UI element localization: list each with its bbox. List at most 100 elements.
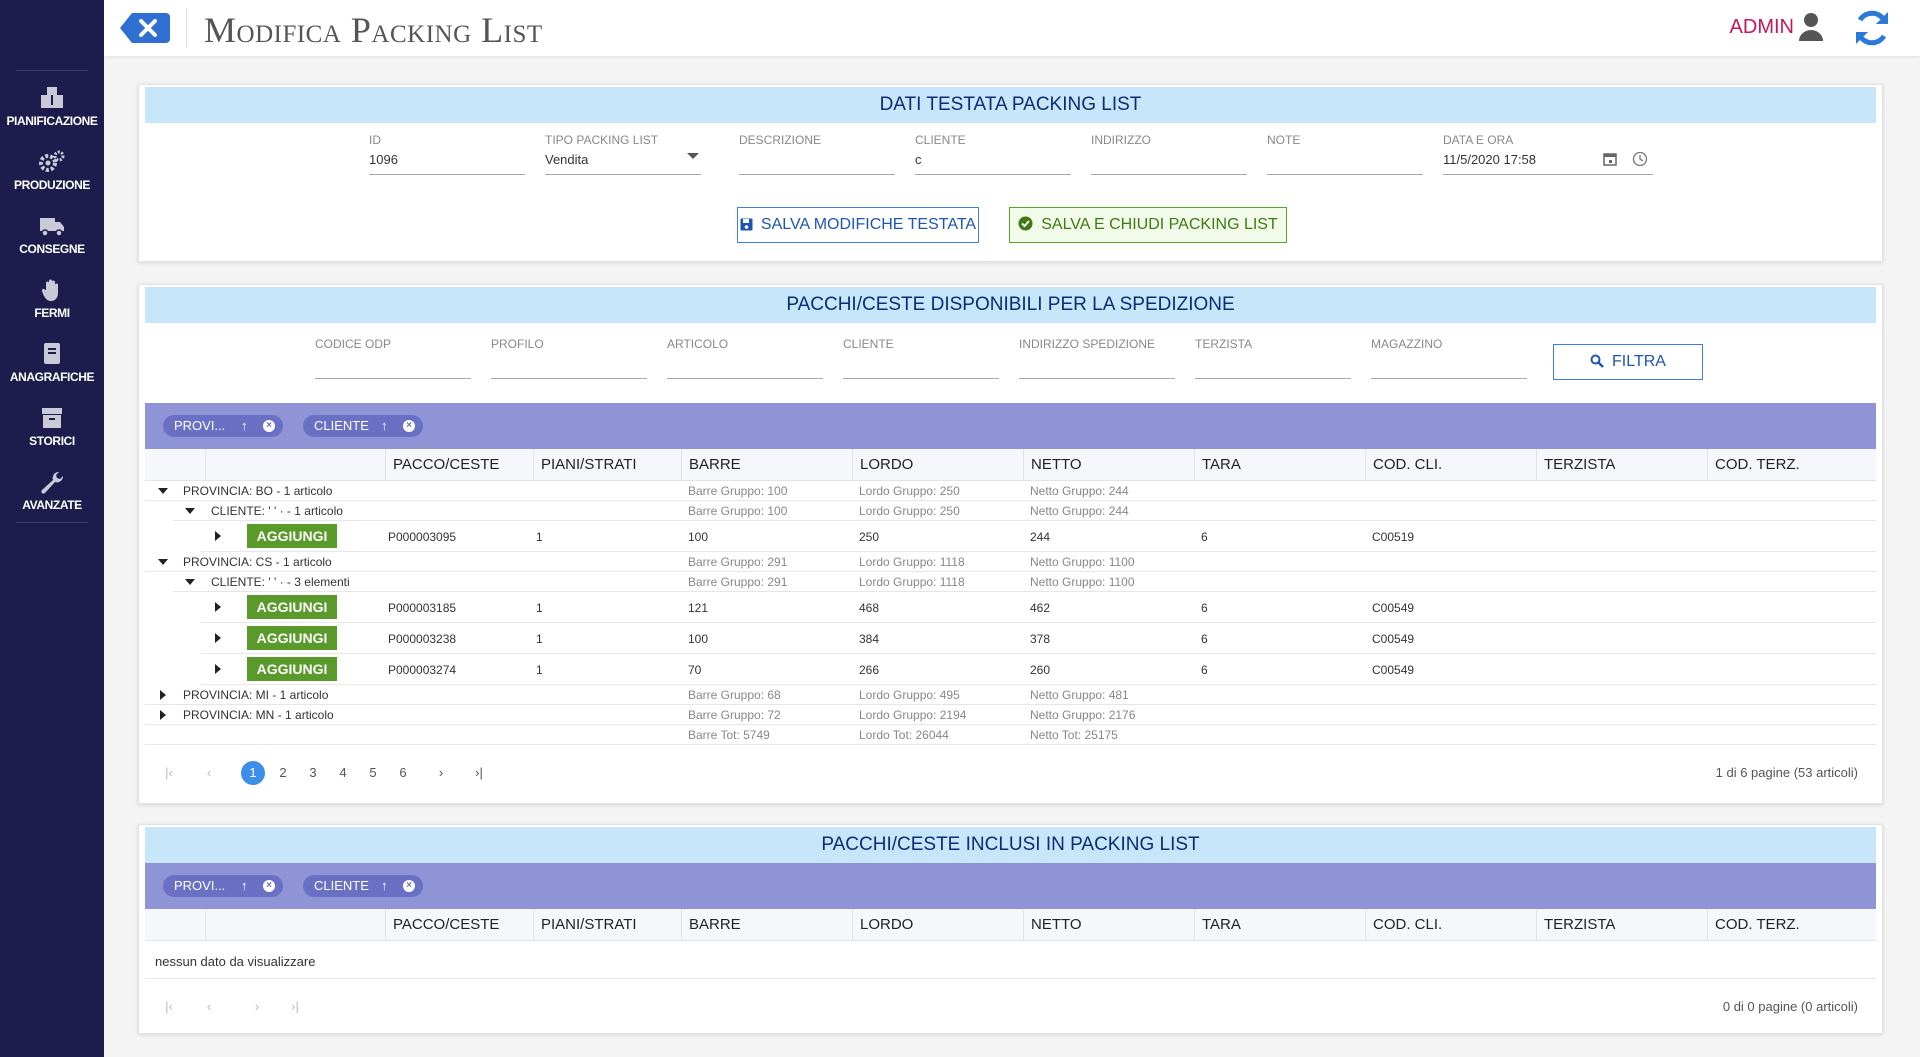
group-chip-provincia[interactable]: PROVI... ↑ × bbox=[163, 875, 283, 897]
page-1[interactable]: 1 bbox=[241, 761, 265, 785]
group-chip-provincia[interactable]: PROVI... ↑ × bbox=[163, 415, 283, 437]
sort-asc-icon[interactable]: ↑ bbox=[241, 875, 248, 897]
col-netto[interactable]: NETTO bbox=[1023, 449, 1194, 481]
expand-row-icon[interactable] bbox=[215, 664, 221, 674]
collapse-icon[interactable] bbox=[185, 579, 195, 585]
next-page-icon[interactable]: › bbox=[429, 761, 453, 785]
salva-chiudi-packing-list-button[interactable]: SALVA E CHIUDI PACKING LIST bbox=[1009, 207, 1287, 243]
remove-chip-icon[interactable]: × bbox=[263, 880, 275, 892]
descrizione-field[interactable]: DESCRIZIONE bbox=[739, 133, 895, 175]
col-pacco[interactable]: PACCO/CESTE bbox=[385, 909, 533, 941]
sidebar-item-avanzate[interactable]: AVANZATE bbox=[0, 470, 104, 514]
totals-row: Barre Tot: 5749 Lordo Tot: 26044 Netto T… bbox=[145, 725, 1876, 745]
sidebar-item-storici[interactable]: STORICI bbox=[0, 406, 104, 450]
collapse-icon[interactable] bbox=[158, 559, 168, 565]
clock-icon[interactable] bbox=[1632, 151, 1648, 167]
cell-pacco: P000003274 bbox=[388, 663, 457, 677]
first-page-icon[interactable]: |‹ bbox=[157, 995, 181, 1019]
filter-indirizzo-spedizione[interactable]: INDIRIZZO SPEDIZIONE bbox=[1019, 337, 1175, 379]
user-name[interactable]: ADMIN bbox=[1730, 16, 1794, 39]
sidebar-item-anagrafiche[interactable]: ANAGRAFICHE bbox=[0, 342, 104, 386]
col-piani[interactable]: PIANI/STRATI bbox=[533, 909, 681, 941]
collapse-icon[interactable] bbox=[158, 488, 168, 494]
aggiungi-button[interactable]: AGGIUNGI bbox=[247, 524, 337, 548]
last-page-icon[interactable]: ›| bbox=[467, 761, 491, 785]
sort-asc-icon[interactable]: ↑ bbox=[241, 415, 248, 437]
field-label: DATA E ORA bbox=[1443, 133, 1514, 147]
expand-icon[interactable] bbox=[160, 690, 166, 700]
sidebar-item-consegne[interactable]: CONSEGNE bbox=[0, 214, 104, 258]
sidebar-item-produzione[interactable]: PRODUZIONE bbox=[0, 150, 104, 194]
page-2[interactable]: 2 bbox=[271, 761, 295, 785]
col-barre[interactable]: BARRE bbox=[681, 449, 852, 481]
col-terzista[interactable]: TERZISTA bbox=[1536, 449, 1707, 481]
page-6[interactable]: 6 bbox=[391, 761, 415, 785]
filter-terzista[interactable]: TERZISTA bbox=[1195, 337, 1351, 379]
col-lordo[interactable]: LORDO bbox=[852, 449, 1023, 481]
col-barre[interactable]: BARRE bbox=[681, 909, 852, 941]
expand-icon[interactable] bbox=[160, 710, 166, 720]
filter-magazzino[interactable]: MAGAZZINO bbox=[1371, 337, 1527, 379]
col-piani[interactable]: PIANI/STRATI bbox=[533, 449, 681, 481]
col-cod-cli[interactable]: COD. CLI. bbox=[1365, 909, 1536, 941]
filter-cliente[interactable]: CLIENTE bbox=[843, 337, 999, 379]
check-circle-icon bbox=[1018, 216, 1033, 231]
indirizzo-field[interactable]: INDIRIZZO bbox=[1091, 133, 1247, 175]
page-3[interactable]: 3 bbox=[301, 761, 325, 785]
group-chip-cliente[interactable]: CLIENTE ↑ × bbox=[303, 415, 423, 437]
expand-row-icon[interactable] bbox=[215, 633, 221, 643]
filter-profilo[interactable]: PROFILO bbox=[491, 337, 647, 379]
collapse-icon[interactable] bbox=[185, 508, 195, 514]
aggiungi-button[interactable]: AGGIUNGI bbox=[247, 595, 337, 619]
prev-page-icon[interactable]: ‹ bbox=[197, 995, 221, 1019]
col-cod-terz[interactable]: COD. TERZ. bbox=[1707, 449, 1877, 481]
testata-title: DATI TESTATA PACKING LIST bbox=[145, 87, 1876, 123]
calendar-icon[interactable] bbox=[1603, 152, 1617, 166]
col-cod-terz[interactable]: COD. TERZ. bbox=[1707, 909, 1877, 941]
filter-codice-odp[interactable]: CODICE ODP bbox=[315, 337, 471, 379]
tipo-packing-list-select[interactable]: TIPO PACKING LIST Vendita bbox=[545, 133, 701, 175]
aggiungi-button[interactable]: AGGIUNGI bbox=[247, 626, 337, 650]
sort-asc-icon[interactable]: ↑ bbox=[381, 875, 388, 897]
col-netto[interactable]: NETTO bbox=[1023, 909, 1194, 941]
filtra-button[interactable]: FILTRA bbox=[1553, 344, 1703, 380]
salva-modifiche-testata-button[interactable]: SALVA MODIFICHE TESTATA bbox=[737, 207, 979, 243]
page-5[interactable]: 5 bbox=[361, 761, 385, 785]
close-back-button[interactable] bbox=[120, 13, 170, 43]
page-4[interactable]: 4 bbox=[331, 761, 355, 785]
col-pacco[interactable]: PACCO/CESTE bbox=[385, 449, 533, 481]
remove-chip-icon[interactable]: × bbox=[403, 880, 415, 892]
refresh-icon[interactable] bbox=[1852, 8, 1892, 48]
filter-articolo[interactable]: ARTICOLO bbox=[667, 337, 823, 379]
prev-page-icon[interactable]: ‹ bbox=[197, 761, 221, 785]
group-by-panel: PROVI... ↑ × CLIENTE ↑ × bbox=[145, 863, 1876, 909]
aggiungi-button[interactable]: AGGIUNGI bbox=[247, 657, 337, 681]
sort-asc-icon[interactable]: ↑ bbox=[381, 415, 388, 437]
first-page-icon[interactable]: |‹ bbox=[157, 761, 181, 785]
group-netto: Netto Gruppo: 244 bbox=[1030, 484, 1129, 498]
col-cod-cli[interactable]: COD. CLI. bbox=[1365, 449, 1536, 481]
col-terzista[interactable]: TERZISTA bbox=[1536, 909, 1707, 941]
dropdown-arrow-icon[interactable] bbox=[687, 153, 699, 159]
id-field[interactable]: ID 1096 bbox=[369, 133, 525, 175]
group-chip-cliente[interactable]: CLIENTE ↑ × bbox=[303, 875, 423, 897]
last-page-icon[interactable]: ›| bbox=[283, 995, 307, 1019]
group-row-cliente: CLIENTE: ' ' · - 1 articolo Barre Gruppo… bbox=[173, 501, 1876, 521]
page-title: Modifica Packing List bbox=[204, 10, 543, 50]
sidebar-item-pianificazione[interactable]: PIANIFICAZIONE bbox=[0, 86, 104, 130]
cliente-field[interactable]: CLIENTE c bbox=[915, 133, 1071, 175]
remove-chip-icon[interactable]: × bbox=[263, 420, 275, 432]
group-barre: Barre Gruppo: 100 bbox=[688, 484, 788, 498]
field-label: CLIENTE bbox=[843, 337, 894, 351]
user-icon[interactable] bbox=[1798, 12, 1824, 42]
col-lordo[interactable]: LORDO bbox=[852, 909, 1023, 941]
note-field[interactable]: NOTE bbox=[1267, 133, 1423, 175]
col-tara[interactable]: TARA bbox=[1194, 449, 1365, 481]
remove-chip-icon[interactable]: × bbox=[403, 420, 415, 432]
expand-row-icon[interactable] bbox=[215, 531, 221, 541]
expand-row-icon[interactable] bbox=[215, 602, 221, 612]
data-ora-field[interactable]: DATA E ORA 11/5/2020 17:58 bbox=[1443, 133, 1653, 175]
col-tara[interactable]: TARA bbox=[1194, 909, 1365, 941]
next-page-icon[interactable]: › bbox=[245, 995, 269, 1019]
sidebar-item-fermi[interactable]: FERMI bbox=[0, 278, 104, 322]
